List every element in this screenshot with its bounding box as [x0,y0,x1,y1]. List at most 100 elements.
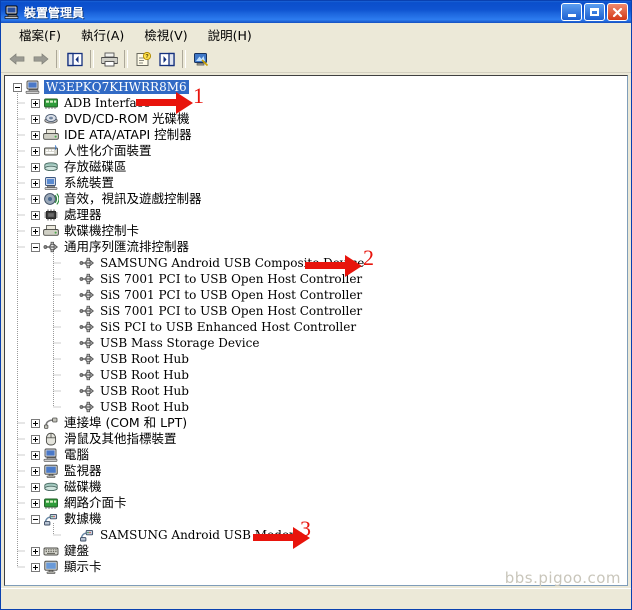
usb-icon [79,337,94,349]
expand-toggle-icon[interactable] [27,482,43,492]
expand-toggle-icon[interactable] [27,114,43,124]
tree-node[interactable]: 系統裝置 [5,175,627,191]
menu-action[interactable]: 執行(A) [71,23,134,46]
tree-node[interactable]: 通用序列匯流排控制器 [5,239,627,255]
expand-toggle-icon[interactable] [27,562,43,572]
tree-node[interactable]: 監視器 [5,463,627,479]
tree-node[interactable]: 數據機 [5,511,627,527]
maximize-button[interactable] [584,3,605,21]
expand-toggle-icon[interactable] [27,434,43,444]
menu-help[interactable]: 說明(H) [198,23,262,46]
back-icon [9,53,25,65]
tree-node[interactable]: DVD/CD-ROM 光碟機 [5,111,627,127]
expand-toggle-icon[interactable] [27,546,43,556]
tree-node-label: 處理器 [64,207,102,222]
tree-node[interactable]: USB Mass Storage Device [5,335,627,351]
tree-node[interactable]: 磁碟機 [5,479,627,495]
tree-node[interactable]: SAMSUNG Android USB Modem [5,527,627,543]
tree-node-label: 監視器 [64,463,102,478]
tree-node[interactable]: 軟碟機控制卡 [5,223,627,239]
scan-for-hardware-changes-button[interactable] [189,48,213,70]
usb-icon [79,351,95,367]
forward-button[interactable] [29,48,53,70]
title-bar: 裝置管理員 [1,1,631,23]
expand-toggle-icon[interactable] [27,130,43,140]
tree-node-label: 軟碟機控制卡 [64,223,140,238]
usb-icon [79,287,95,303]
minimize-button[interactable] [561,3,582,21]
tree-node-label: 顯示卡 [64,559,102,574]
window-title: 裝置管理員 [24,5,85,20]
mouse-icon [43,431,59,447]
expand-toggle-icon[interactable] [27,418,43,428]
close-icon [612,7,623,17]
network-card-icon [43,495,59,511]
toolbar-separator-3 [124,50,128,68]
tree-node[interactable]: USB Root Hub [5,351,627,367]
tree-node[interactable]: 存放磁碟區 [5,159,627,175]
tree-node[interactable]: USB Root Hub [5,399,627,415]
tree-node[interactable]: 音效，視訊及遊戲控制器 [5,191,627,207]
tree-node[interactable]: SiS 7001 PCI to USB Open Host Controller [5,303,627,319]
tree-node[interactable]: 網路介面卡 [5,495,627,511]
usb-icon [43,239,59,255]
tree-node[interactable]: W3EPKQ7KHWRR8M6 [5,79,627,95]
expand-toggle-icon[interactable] [27,210,43,220]
tree-node[interactable]: 連接埠 (COM 和 LPT) [5,415,627,431]
tree-node-label: DVD/CD-ROM 光碟機 [64,111,190,126]
tree-node-label: 通用序列匯流排控制器 [64,239,190,254]
usb-icon [79,369,94,381]
menu-file[interactable]: 檔案(F) [9,23,71,46]
modem-icon [44,513,58,526]
expand-toggle-icon[interactable] [27,498,43,508]
expand-toggle-icon[interactable] [27,226,43,236]
back-button[interactable] [5,48,29,70]
tree-node-label: SiS 7001 PCI to USB Open Host Controller [100,304,363,318]
tree-node[interactable]: 電腦 [5,447,627,463]
tree-node-label: 滑鼠及其他指標裝置 [64,431,177,446]
tree-node[interactable]: SiS PCI to USB Enhanced Host Controller [5,319,627,335]
update-driver-button[interactable] [155,48,179,70]
expand-toggle-icon[interactable] [27,194,43,204]
tree-node[interactable]: ADB Interface [5,95,627,111]
usb-icon [79,353,94,365]
properties-button[interactable]: ? [131,48,155,70]
expand-toggle-icon[interactable] [27,146,43,156]
port-icon [44,417,58,429]
tree-node[interactable]: USB Root Hub [5,367,627,383]
tree-node-label: 鍵盤 [64,543,90,558]
tree-node[interactable]: SAMSUNG Android USB Composite Device [5,255,627,271]
collapse-toggle-icon[interactable] [27,514,43,524]
tree-node[interactable]: 處理器 [5,207,627,223]
menu-view[interactable]: 檢視(V) [134,23,197,46]
usb-icon [79,385,94,397]
expand-toggle-icon[interactable] [27,162,43,172]
tree-node[interactable]: USB Root Hub [5,383,627,399]
expand-toggle-icon[interactable] [27,466,43,476]
usb-icon [79,335,95,351]
toolbar: ? [1,46,631,73]
print-button[interactable] [97,48,121,70]
hid-icon [43,143,59,159]
close-button[interactable] [607,3,628,21]
storage-volume-icon [44,162,58,172]
device-tree-pane[interactable]: W3EPKQ7KHWRR8M6 ADB Interface DVD/CD-ROM… [4,75,628,586]
tree-node[interactable]: SiS 7001 PCI to USB Open Host Controller [5,271,627,287]
device-manager-window: 裝置管理員 檔案(F) 執行(A) 檢視(V) 說明(H) ? W3EPKQ7K… [0,0,632,610]
tree-node[interactable]: SiS 7001 PCI to USB Open Host Controller [5,287,627,303]
tree-node[interactable]: 人性化介面裝置 [5,143,627,159]
modem-icon [79,527,95,543]
tree-node[interactable]: 滑鼠及其他指標裝置 [5,431,627,447]
menu-bar: 檔案(F) 執行(A) 檢視(V) 說明(H) [1,23,631,46]
expand-toggle-icon[interactable] [27,178,43,188]
show-hide-console-tree-button[interactable] [63,48,87,70]
tree-node-label: SAMSUNG Android USB Modem [100,528,301,542]
collapse-toggle-icon[interactable] [27,242,43,252]
collapse-toggle-icon[interactable] [9,82,25,92]
expand-toggle-icon[interactable] [27,450,43,460]
tree-node[interactable]: IDE ATA/ATAPI 控制器 [5,127,627,143]
expand-toggle-icon[interactable] [27,98,43,108]
tree-node[interactable]: 鍵盤 [5,543,627,559]
ide-controller-icon [43,129,59,140]
tree-node-label: USB Root Hub [100,368,189,382]
